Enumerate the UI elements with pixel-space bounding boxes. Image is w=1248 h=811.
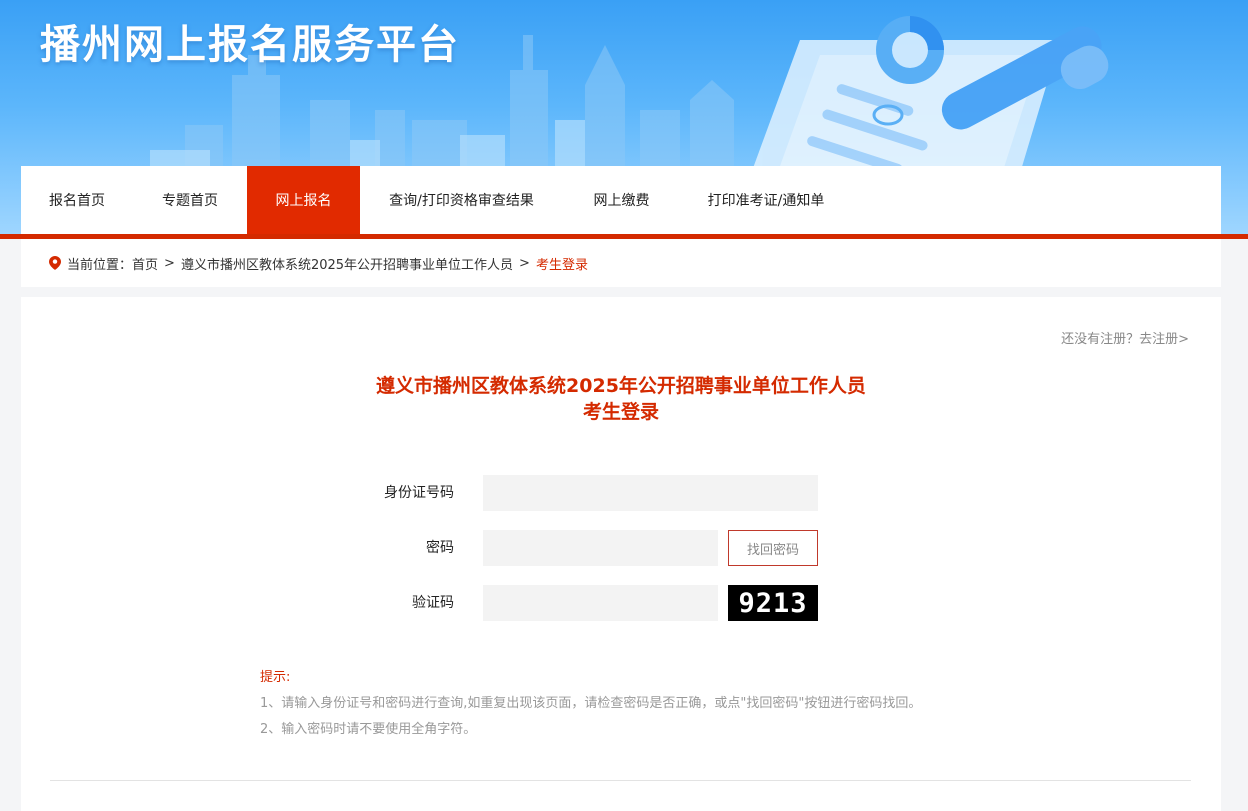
find-password-button[interactable]: 找回密码	[728, 530, 818, 566]
captcha-label: 验证码	[412, 595, 454, 611]
password-row: 密码 找回密码	[21, 530, 1221, 566]
nav-item-review-results[interactable]: 查询/打印资格审查结果	[360, 166, 563, 234]
id-row: 身份证号码	[21, 475, 1221, 511]
login-title: 遵义市播州区教体系统2025年公开招聘事业单位工作人员 考生登录	[21, 373, 1221, 425]
nav-item-online-payment[interactable]: 网上缴费	[563, 166, 680, 234]
tips-title: 提示:	[260, 670, 291, 685]
nav-item-print-admission[interactable]: 打印准考证/通知单	[680, 166, 852, 234]
nav-item-online-signup[interactable]: 网上报名	[247, 166, 360, 234]
breadcrumb-exam-link[interactable]: 遵义市播州区教体系统2025年公开招聘事业单位工作人员	[181, 254, 513, 273]
id-number-label: 身份证号码	[384, 485, 454, 501]
breadcrumb-prefix: 当前位置：	[67, 257, 133, 273]
bottom-divider	[50, 780, 1191, 781]
tip-line-2: 2、输入密码时请不要使用全角字符。	[260, 722, 477, 737]
tip-line-1: 1、请输入身份证号和密码进行查询,如重复出现该页面，请检查密码是否正确，或点"找…	[260, 696, 922, 711]
breadcrumb-home-link[interactable]: 首页	[132, 254, 158, 273]
breadcrumb: 当前位置： 首页 > 遵义市播州区教体系统2025年公开招聘事业单位工作人员 >…	[21, 239, 1221, 287]
breadcrumb-current: 考生登录	[535, 257, 588, 273]
captcha-image[interactable]: 9213	[728, 585, 818, 621]
nav-item-signup-home[interactable]: 报名首页	[21, 166, 133, 234]
site-title: 播州网上报名服务平台	[40, 22, 460, 68]
tips-box: 提示: 1、请输入身份证号和密码进行查询,如重复出现该页面，请检查密码是否正确，…	[260, 665, 921, 743]
map-pin-icon	[49, 256, 61, 270]
login-title-sub: 考生登录	[582, 401, 659, 423]
login-title-exam: 遵义市播州区教体系统2025年公开招聘事业单位工作人员	[376, 375, 866, 397]
login-panel: 还没有注册？去注册> 遵义市播州区教体系统2025年公开招聘事业单位工作人员 考…	[21, 297, 1221, 811]
nav-item-topic-home[interactable]: 专题首页	[133, 166, 247, 234]
register-link[interactable]: 还没有注册？去注册>	[1061, 328, 1189, 347]
id-number-input[interactable]	[483, 475, 818, 511]
password-label: 密码	[426, 540, 454, 556]
captcha-input[interactable]	[483, 585, 718, 621]
main-nav: 报名首页 专题首页 网上报名 查询/打印资格审查结果 网上缴费 打印准考证/通知…	[21, 166, 1221, 234]
password-input[interactable]	[483, 530, 718, 566]
captcha-row: 验证码 9213	[21, 585, 1221, 621]
breadcrumb-separator: >	[164, 255, 175, 271]
breadcrumb-separator: >	[519, 255, 530, 271]
